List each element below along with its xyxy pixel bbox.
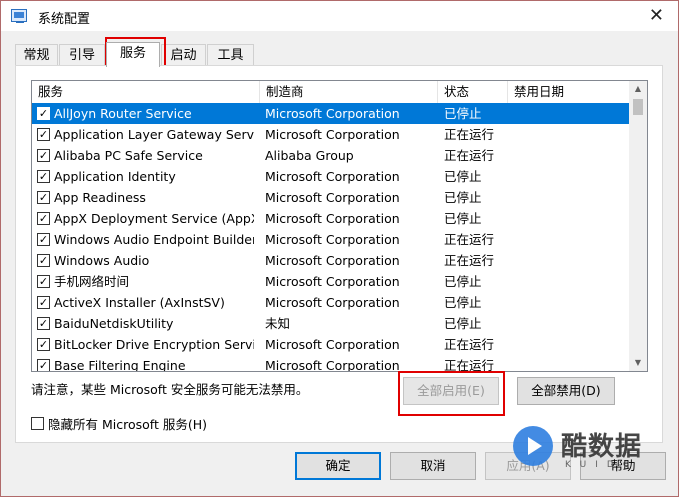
service-name: AllJoyn Router Service bbox=[54, 106, 192, 121]
table-row[interactable]: ✓ 手机网络时间 Microsoft Corporation 已停止 bbox=[32, 271, 629, 292]
service-status: 已停止 bbox=[444, 274, 482, 289]
window-title: 系统配置 bbox=[38, 12, 91, 27]
service-name: AppX Deployment Service (AppX... bbox=[54, 211, 254, 226]
service-status: 已停止 bbox=[444, 169, 482, 184]
service-status: 已停止 bbox=[444, 106, 482, 121]
title-bar[interactable]: 系统配置 ✕ bbox=[1, 1, 678, 31]
service-name: Windows Audio Endpoint Builder bbox=[54, 232, 254, 247]
service-name: 手机网络时间 bbox=[54, 274, 130, 289]
column-header-disable-date[interactable]: 禁用日期 bbox=[508, 81, 629, 103]
service-checkbox[interactable]: ✓ bbox=[37, 254, 50, 267]
services-rows: ✓ AllJoyn Router Service Microsoft Corpora… bbox=[32, 103, 629, 372]
service-checkbox[interactable]: ✓ bbox=[37, 170, 50, 183]
service-checkbox[interactable]: ✓ bbox=[37, 128, 50, 141]
service-name: Application Identity bbox=[54, 169, 176, 184]
service-status: 已停止 bbox=[444, 316, 482, 331]
table-row[interactable]: ✓ BitLocker Drive Encryption Service Micro… bbox=[32, 334, 629, 355]
scroll-thumb[interactable] bbox=[633, 99, 643, 115]
service-status: 已停止 bbox=[444, 190, 482, 205]
service-manufacturer: Microsoft Corporation bbox=[265, 274, 400, 289]
services-panel: 服务 制造商 状态 禁用日期 ✓ AllJoyn Router Service Mi… bbox=[15, 65, 663, 443]
tab-general[interactable]: 常规 bbox=[15, 44, 58, 66]
table-row[interactable]: ✓ Alibaba PC Safe Service Alibaba Group 正在运… bbox=[32, 145, 629, 166]
enable-all-button[interactable]: 全部启用(E) bbox=[403, 377, 499, 405]
column-header-manufacturer[interactable]: 制造商 bbox=[260, 81, 438, 103]
service-manufacturer: Microsoft Corporation bbox=[265, 190, 400, 205]
vertical-scrollbar[interactable]: ▲ ▼ bbox=[629, 81, 647, 371]
cancel-button[interactable]: 取消 bbox=[390, 452, 476, 480]
tab-startup[interactable]: 启动 bbox=[161, 44, 206, 66]
table-row[interactable]: ✓ BaiduNetdiskUtility 未知 已停止 bbox=[32, 313, 629, 334]
service-manufacturer: Microsoft Corporation bbox=[265, 211, 400, 226]
table-row[interactable]: ✓ ActiveX Installer (AxInstSV) Microsoft C… bbox=[32, 292, 629, 313]
service-manufacturer: Microsoft Corporation bbox=[265, 169, 400, 184]
service-checkbox[interactable]: ✓ bbox=[37, 107, 50, 120]
list-header: 服务 制造商 状态 禁用日期 bbox=[32, 81, 629, 104]
table-row[interactable]: ✓ Base Filtering Engine Microsoft Corporat… bbox=[32, 355, 629, 372]
system-configuration-window: 系统配置 ✕ 常规 引导 服务 启动 工具 服务 制造商 状态 禁用日期 ✓ Al… bbox=[0, 0, 679, 497]
table-row[interactable]: ✓ Application Layer Gateway Service Micros… bbox=[32, 124, 629, 145]
service-status: 已停止 bbox=[444, 295, 482, 310]
table-row[interactable]: ✓ Windows Audio Microsoft Corporation 正在运行 bbox=[32, 250, 629, 271]
service-status: 正在运行 bbox=[444, 337, 495, 352]
table-row[interactable]: ✓ AllJoyn Router Service Microsoft Corpora… bbox=[32, 103, 629, 124]
service-manufacturer: Microsoft Corporation bbox=[265, 106, 400, 121]
table-row[interactable]: ✓ Windows Audio Endpoint Builder Microsoft… bbox=[32, 229, 629, 250]
service-manufacturer: Microsoft Corporation bbox=[265, 337, 400, 352]
ok-button[interactable]: 确定 bbox=[295, 452, 381, 480]
service-name: Application Layer Gateway Service bbox=[54, 127, 254, 142]
disable-all-button[interactable]: 全部禁用(D) bbox=[517, 377, 615, 405]
play-logo-icon bbox=[513, 426, 553, 466]
checkbox-box[interactable] bbox=[31, 417, 44, 430]
column-header-status[interactable]: 状态 bbox=[438, 81, 508, 103]
service-checkbox[interactable]: ✓ bbox=[37, 317, 50, 330]
service-checkbox[interactable]: ✓ bbox=[37, 296, 50, 309]
service-manufacturer: Microsoft Corporation bbox=[265, 232, 400, 247]
scroll-down-icon[interactable]: ▼ bbox=[629, 355, 647, 371]
service-manufacturer: Microsoft Corporation bbox=[265, 127, 400, 142]
service-status: 正在运行 bbox=[444, 148, 495, 163]
service-name: Windows Audio bbox=[54, 253, 150, 268]
watermark-logo: 酷数据 KUIDC bbox=[513, 426, 663, 481]
scroll-up-icon[interactable]: ▲ bbox=[629, 81, 647, 97]
hide-microsoft-services-label: 隐藏所有 Microsoft 服务(H) bbox=[48, 417, 207, 432]
service-status: 正在运行 bbox=[444, 358, 495, 372]
service-name: App Readiness bbox=[54, 190, 146, 205]
service-checkbox[interactable]: ✓ bbox=[37, 149, 50, 162]
service-checkbox[interactable]: ✓ bbox=[37, 338, 50, 351]
system-config-icon bbox=[11, 9, 27, 23]
service-checkbox[interactable]: ✓ bbox=[37, 359, 50, 371]
service-status: 正在运行 bbox=[444, 253, 495, 268]
tab-boot[interactable]: 引导 bbox=[59, 44, 105, 66]
service-checkbox[interactable]: ✓ bbox=[37, 233, 50, 246]
service-name: BaiduNetdiskUtility bbox=[54, 316, 174, 331]
table-row[interactable]: ✓ AppX Deployment Service (AppX... Microso… bbox=[32, 208, 629, 229]
services-list[interactable]: 服务 制造商 状态 禁用日期 ✓ AllJoyn Router Service Mi… bbox=[31, 80, 648, 372]
service-name: Alibaba PC Safe Service bbox=[54, 148, 203, 163]
service-manufacturer: Microsoft Corporation bbox=[265, 295, 400, 310]
service-name: ActiveX Installer (AxInstSV) bbox=[54, 295, 225, 310]
column-header-service[interactable]: 服务 bbox=[32, 81, 260, 103]
service-name: BitLocker Drive Encryption Service bbox=[54, 337, 254, 352]
service-status: 已停止 bbox=[444, 211, 482, 226]
close-icon[interactable]: ✕ bbox=[649, 5, 664, 26]
service-status: 正在运行 bbox=[444, 127, 495, 142]
tab-services[interactable]: 服务 bbox=[106, 42, 160, 67]
service-manufacturer: Microsoft Corporation bbox=[265, 253, 400, 268]
table-row[interactable]: ✓ App Readiness Microsoft Corporation 已停止 bbox=[32, 187, 629, 208]
service-checkbox[interactable]: ✓ bbox=[37, 191, 50, 204]
tab-tools[interactable]: 工具 bbox=[207, 44, 254, 66]
service-manufacturer: Microsoft Corporation bbox=[265, 358, 400, 372]
service-manufacturer: 未知 bbox=[265, 316, 291, 331]
watermark-brand: 酷数据 bbox=[561, 432, 643, 462]
service-checkbox[interactable]: ✓ bbox=[37, 212, 50, 225]
service-checkbox[interactable]: ✓ bbox=[37, 275, 50, 288]
notice-text: 请注意，某些 Microsoft 安全服务可能无法禁用。 bbox=[31, 382, 309, 397]
watermark-sub: KUIDC bbox=[565, 460, 639, 470]
service-name: Base Filtering Engine bbox=[54, 358, 186, 372]
service-manufacturer: Alibaba Group bbox=[265, 148, 354, 163]
table-row[interactable]: ✓ Application Identity Microsoft Corporati… bbox=[32, 166, 629, 187]
service-status: 正在运行 bbox=[444, 232, 495, 247]
